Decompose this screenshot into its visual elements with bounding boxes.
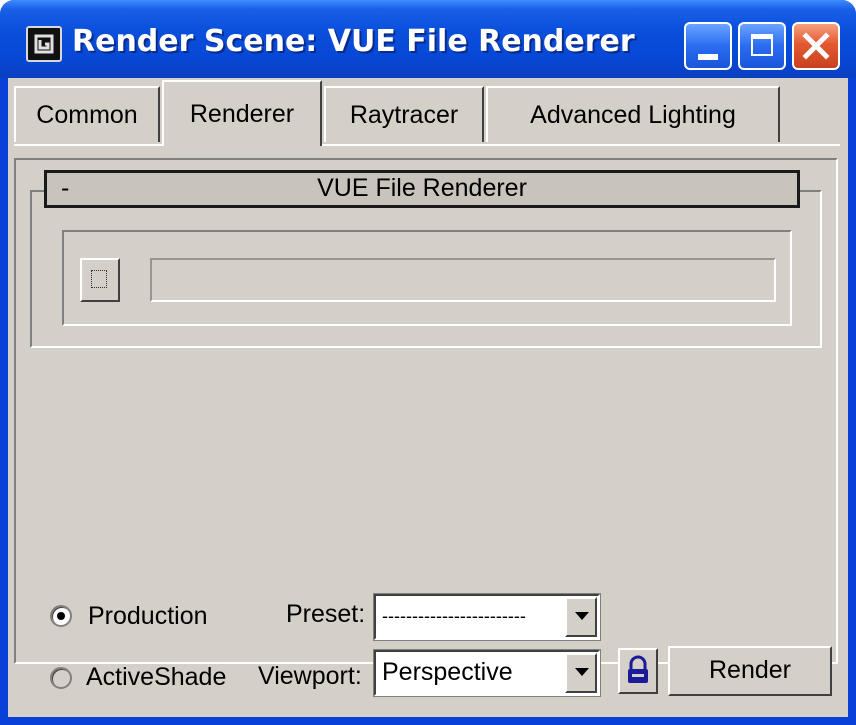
lock-viewport-button[interactable] xyxy=(618,648,658,694)
tab-common-label: Common xyxy=(36,100,138,129)
dialog-client-area: Common Renderer Raytracer Advanced Light… xyxy=(8,78,848,717)
tab-renderer[interactable]: Renderer xyxy=(162,80,322,146)
viewport-label: Viewport: xyxy=(258,662,362,690)
vue-file-path-field[interactable] xyxy=(150,258,776,302)
production-radio[interactable] xyxy=(50,605,72,627)
tab-common[interactable]: Common xyxy=(14,86,160,142)
minimize-button[interactable] xyxy=(684,22,732,70)
minimize-icon xyxy=(698,54,718,60)
browse-file-button[interactable] xyxy=(80,258,120,302)
activeshade-radio[interactable] xyxy=(50,667,72,689)
browse-file-icon xyxy=(91,270,107,288)
rollout-title: VUE File Renderer xyxy=(317,174,527,202)
preset-dropdown[interactable]: ------------------------ xyxy=(373,593,601,641)
tab-strip-line xyxy=(14,144,840,146)
preset-label: Preset: xyxy=(286,600,366,628)
maximize-button[interactable] xyxy=(738,22,786,70)
maximize-icon xyxy=(751,34,773,56)
title-bar[interactable]: Render Scene: VUE File Renderer xyxy=(0,0,856,78)
window-title: Render Scene: VUE File Renderer xyxy=(72,24,635,59)
viewport-dropdown-arrow-icon[interactable] xyxy=(565,653,597,693)
tab-raytracer[interactable]: Raytracer xyxy=(324,86,484,142)
viewport-dropdown[interactable]: Perspective xyxy=(373,649,601,697)
tab-raytracer-label: Raytracer xyxy=(349,100,459,129)
activeshade-label: ActiveShade xyxy=(86,663,227,691)
preset-value: ------------------------ xyxy=(382,606,526,626)
close-button[interactable] xyxy=(792,22,840,70)
lock-icon xyxy=(628,655,648,683)
app-logo-glyph xyxy=(34,34,54,54)
rollout-header-vue-file-renderer[interactable]: - VUE File Renderer xyxy=(44,170,800,208)
viewport-value: Perspective xyxy=(382,658,513,686)
tab-advanced-lighting[interactable]: Advanced Lighting xyxy=(486,86,780,142)
tab-renderer-label: Renderer xyxy=(189,99,295,128)
production-label: Production xyxy=(88,602,208,630)
app-icon[interactable] xyxy=(26,26,62,62)
tab-advanced-lighting-label: Advanced Lighting xyxy=(530,100,736,129)
render-button[interactable]: Render xyxy=(668,646,832,696)
render-scene-window: Render Scene: VUE File Renderer Common R… xyxy=(0,0,856,725)
preset-dropdown-arrow-icon[interactable] xyxy=(565,597,597,637)
close-icon xyxy=(802,32,830,60)
